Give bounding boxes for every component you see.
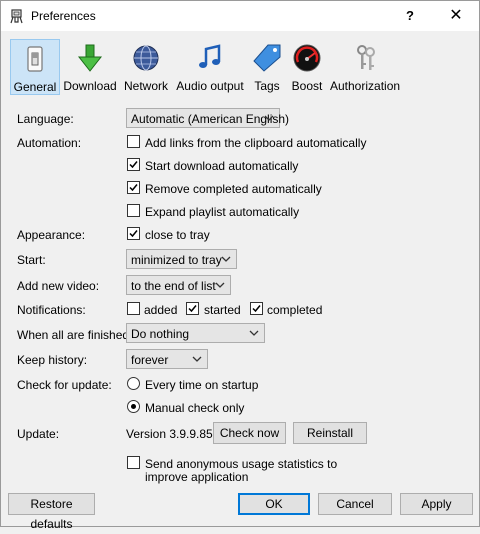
tab-download-label: Download: [63, 79, 117, 93]
add-new-video-value: to the end of list: [131, 279, 216, 293]
general-switch-icon: [27, 46, 43, 72]
update-on-startup-label: Every time on startup: [145, 378, 259, 392]
keys-icon: [357, 45, 375, 70]
language-select[interactable]: Automatic (American English): [126, 108, 289, 128]
add-links-label: Add links from the clipboard automatical…: [145, 136, 367, 150]
radio-selected-dot: [131, 404, 136, 409]
close-to-tray-checkbox[interactable]: [127, 227, 140, 240]
checkmark-icon: [252, 305, 261, 313]
preferences-window: Preferences ? ✕ General Download Network…: [0, 0, 480, 531]
update-on-startup-radio[interactable]: [127, 377, 140, 390]
anonymous-stats-line2: improve application: [145, 470, 249, 484]
expand-playlist-label: Expand playlist automatically: [145, 205, 300, 219]
close-button[interactable]: ✕: [433, 1, 479, 31]
expand-playlist-checkbox[interactable]: [127, 204, 140, 217]
help-button[interactable]: ?: [387, 1, 433, 31]
tab-general[interactable]: General: [10, 39, 60, 95]
notify-completed-label: completed: [267, 303, 323, 317]
automation-label: Automation:: [17, 136, 82, 150]
when-finished-value: Do nothing: [131, 327, 190, 341]
globe-icon: [133, 45, 159, 71]
tab-tags-label: Tags: [254, 79, 280, 93]
tab-tags[interactable]: Tags: [250, 39, 284, 93]
preferences-toolbar: General Download Network Audio output Ta…: [1, 37, 479, 99]
app-icon: [10, 9, 23, 24]
notify-added-label: added: [144, 303, 178, 317]
ok-button[interactable]: OK: [238, 493, 310, 515]
remove-completed-checkbox[interactable]: [127, 181, 140, 194]
tab-network-label: Network: [123, 79, 168, 93]
add-new-video-select[interactable]: to the end of list: [126, 275, 231, 295]
checkmark-icon: [129, 230, 138, 238]
cancel-button[interactable]: Cancel: [318, 493, 392, 515]
restore-defaults-button[interactable]: Restore defaults: [8, 493, 95, 531]
manual-check-label: Manual check only: [145, 401, 245, 415]
checkmark-icon: [129, 161, 138, 169]
chevron-down-icon: [249, 330, 259, 336]
notifications-label: Notifications:: [17, 303, 86, 317]
start-label: Start:: [17, 253, 46, 267]
close-to-tray-label: close to tray: [145, 228, 210, 242]
start-select[interactable]: minimized to tray: [126, 249, 237, 269]
start-download-checkbox[interactable]: [127, 158, 140, 171]
reinstall-button[interactable]: Reinstall: [293, 422, 367, 444]
anonymous-stats-line1: Send anonymous usage statistics to: [145, 457, 338, 471]
notify-completed-checkbox[interactable]: [250, 302, 263, 315]
start-download-label: Start download automatically: [145, 159, 299, 173]
chevron-down-icon: [221, 256, 231, 262]
keep-history-select[interactable]: forever: [126, 349, 208, 369]
chevron-down-icon: [264, 115, 274, 121]
tab-boost-label: Boost: [291, 79, 323, 93]
tab-network[interactable]: Network: [122, 39, 170, 93]
manual-check-radio[interactable]: [127, 400, 140, 413]
tab-download[interactable]: Download: [63, 39, 117, 93]
update-label: Update:: [17, 427, 60, 441]
checkmark-icon: [188, 305, 197, 313]
add-links-checkbox[interactable]: [127, 135, 140, 148]
window-title: Preferences: [31, 9, 96, 23]
tab-general-label: General: [13, 80, 57, 94]
when-finished-label: When all are finished:: [17, 328, 133, 342]
download-arrow-icon: [77, 44, 103, 72]
tag-icon: [253, 44, 281, 72]
chevron-down-icon: [192, 356, 202, 362]
remove-completed-label: Remove completed automatically: [145, 182, 322, 196]
check-update-label: Check for update:: [17, 378, 112, 392]
chevron-down-icon: [215, 282, 225, 288]
tab-audio-output[interactable]: Audio output: [175, 39, 245, 93]
anonymous-stats-checkbox[interactable]: [127, 456, 140, 469]
tab-boost[interactable]: Boost: [289, 39, 325, 93]
start-value: minimized to tray: [131, 253, 222, 267]
checkmark-icon: [129, 184, 138, 192]
check-now-button[interactable]: Check now: [213, 422, 286, 444]
add-new-video-label: Add new video:: [17, 279, 100, 293]
appearance-label: Appearance:: [17, 228, 86, 242]
notify-added-checkbox[interactable]: [127, 302, 140, 315]
title-bar: Preferences ? ✕: [1, 1, 479, 31]
version-text: Version 3.9.9.85: [126, 427, 213, 441]
tab-audio-output-label: Audio output: [176, 79, 244, 93]
notify-started-label: started: [204, 303, 241, 317]
tab-authorization[interactable]: Authorization: [330, 39, 400, 93]
music-note-icon: [199, 44, 221, 68]
notify-started-checkbox[interactable]: [186, 302, 199, 315]
language-label: Language:: [17, 112, 74, 126]
keep-history-label: Keep history:: [17, 353, 88, 367]
tab-authorization-label: Authorization: [330, 79, 401, 93]
apply-button[interactable]: Apply: [400, 493, 473, 515]
speedometer-icon: [293, 44, 321, 72]
keep-history-value: forever: [131, 353, 169, 367]
when-finished-select[interactable]: Do nothing: [126, 323, 265, 343]
